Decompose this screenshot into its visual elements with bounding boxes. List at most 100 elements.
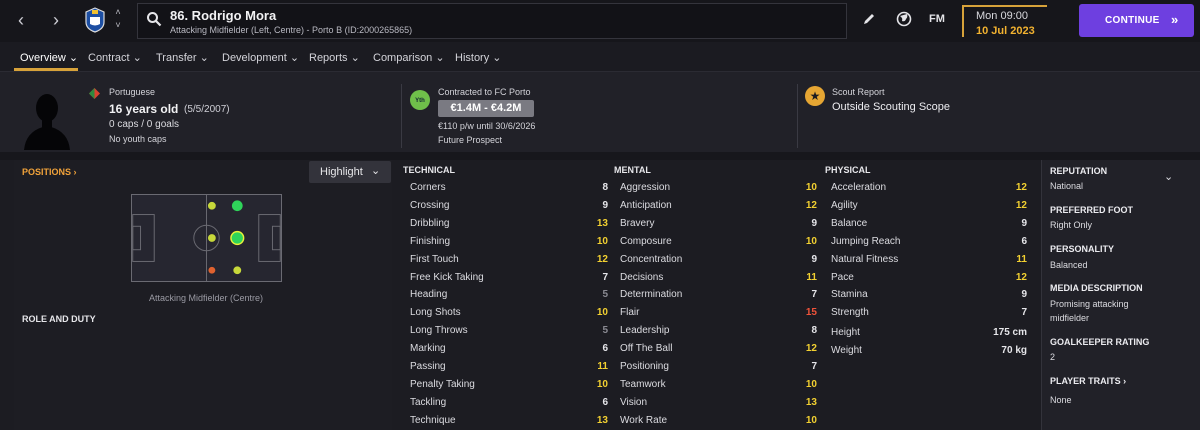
nationality: Portuguese: [109, 87, 156, 97]
mental-attr-name: Composure: [620, 235, 672, 247]
technical-attr-name: Corners: [410, 182, 446, 193]
weight-value: 70 kg: [1001, 345, 1027, 356]
technical-attr-name: Passing: [410, 361, 446, 372]
physical-attr-value: 9: [1021, 289, 1027, 301]
chevron-down-icon[interactable]: ⌄: [1164, 170, 1173, 183]
edit-pencil-icon[interactable]: [862, 12, 876, 26]
height-value: 175 cm: [993, 327, 1027, 338]
technical-attr-value: 6: [602, 396, 608, 408]
technical-attr-value: 6: [602, 343, 608, 355]
age: 16 years old: [109, 102, 179, 116]
back-button[interactable]: ‹: [18, 10, 24, 30]
technical-attr-value: 10: [596, 307, 608, 319]
position-dot: [233, 266, 242, 275]
continue-label: CONTINUE: [1105, 15, 1160, 26]
player-traits-link[interactable]: PLAYER TRAITS ›: [1050, 376, 1126, 386]
mental-attr-value: 15: [805, 307, 817, 319]
physical-attr-name: Acceleration: [831, 182, 887, 193]
contract-wage: €110 p/w until 30/6/2026: [438, 121, 536, 131]
mental-attr-name: Anticipation: [620, 199, 672, 211]
weight-label: Weight: [831, 345, 862, 356]
physical-attr-value: 12: [1015, 182, 1027, 193]
personality-label: PERSONALITY: [1050, 244, 1115, 254]
player-header: [0, 72, 1200, 152]
tab-bar: Overview ⌄ Contract ⌄ Transfer ⌄ Develop…: [0, 42, 1200, 72]
tab-transfer[interactable]: Transfer ⌄: [156, 51, 209, 64]
tab-development[interactable]: Development ⌄: [222, 51, 299, 64]
mental-attr-value: 8: [811, 325, 817, 337]
position-dot: [208, 266, 216, 274]
forward-button[interactable]: ›: [53, 10, 59, 30]
scout-report-label: Scout Report: [832, 87, 885, 97]
tab-reports[interactable]: Reports ⌄: [309, 51, 360, 64]
media-description-label: MEDIA DESCRIPTION: [1050, 283, 1143, 293]
tab-contract[interactable]: Contract ⌄: [88, 51, 142, 64]
date-display[interactable]: Mon 09:00 10 Jul 2023: [962, 5, 1047, 37]
physical-attr-value: 12: [1015, 199, 1027, 211]
position-dot: [231, 200, 243, 212]
player-traits-value: None: [1050, 395, 1072, 405]
goalkeeper-rating-value: 2: [1050, 352, 1056, 362]
player-silhouette-avatar: [24, 94, 70, 150]
technical-attr-value: 13: [596, 217, 608, 229]
technical-heading: TECHNICAL: [403, 165, 455, 175]
next-player-icon[interactable]: ˅: [112, 19, 124, 32]
world-icon[interactable]: [896, 11, 912, 27]
info-panel: [1041, 160, 1200, 430]
technical-attr-value: 8: [602, 182, 608, 193]
star-icon: ★: [805, 86, 825, 106]
player-name-box[interactable]: 86. Rodrigo Mora Attacking Midfielder (L…: [137, 3, 847, 39]
physical-attr-name: Agility: [831, 199, 858, 211]
technical-attr-name: Free Kick Taking: [410, 271, 484, 283]
positions-link[interactable]: POSITIONS ›: [22, 167, 77, 177]
technical-attr-name: Crossing: [410, 199, 450, 211]
physical-attr-name: Jumping Reach: [831, 235, 901, 247]
personality-value: Balanced: [1050, 260, 1088, 270]
date-of-birth: (5/5/2007): [184, 104, 230, 115]
mental-attr-value: 12: [805, 343, 817, 355]
position-caption: Attacking Midfielder (Centre): [148, 293, 264, 303]
preferred-foot-label: PREFERRED FOOT: [1050, 205, 1134, 215]
mental-attr-name: Teamwork: [620, 378, 666, 390]
mental-attr-name: Flair: [620, 307, 640, 319]
tab-overview[interactable]: Overview ⌄: [20, 51, 78, 64]
position-dot: [207, 201, 216, 210]
header-divider: [797, 84, 798, 148]
technical-attr-value: 5: [602, 325, 608, 337]
active-tab-indicator: [14, 68, 78, 71]
club-crest-icon[interactable]: [83, 6, 107, 34]
goalkeeper-rating-label: GOALKEEPER RATING: [1050, 337, 1150, 347]
mental-attr-value: 10: [805, 235, 817, 247]
preferred-foot-value: Right Only: [1050, 220, 1093, 230]
technical-attr-name: Technique: [410, 414, 456, 426]
tab-comparison[interactable]: Comparison ⌄: [373, 51, 445, 64]
scout-report-value[interactable]: Outside Scouting Scope: [832, 101, 950, 113]
highlight-dropdown[interactable]: Highlight ⌄: [309, 161, 391, 183]
youth-badge-icon: Yth: [410, 90, 430, 110]
contract-label: Contracted to FC Porto: [438, 87, 531, 97]
search-icon[interactable]: [146, 11, 162, 27]
caps-goals: 0 caps / 0 goals: [109, 119, 180, 130]
mental-attr-name: Positioning: [620, 361, 669, 372]
continue-button[interactable]: CONTINUE »: [1079, 4, 1194, 37]
physical-heading: PHYSICAL: [825, 165, 871, 175]
transfer-value[interactable]: €1.4M - €4.2M: [438, 100, 534, 117]
physical-attr-name: Pace: [831, 271, 854, 283]
current-date: 10 Jul 2023: [976, 25, 1035, 37]
mental-attr-name: Off The Ball: [620, 343, 673, 355]
previous-player-icon[interactable]: ˄: [112, 6, 124, 19]
media-description-line2: midfielder: [1050, 313, 1090, 323]
tab-history[interactable]: History ⌄: [455, 51, 502, 64]
technical-attr-value: 12: [596, 253, 608, 265]
technical-attr-name: Penalty Taking: [410, 378, 475, 390]
player-switch-arrows[interactable]: ˄ ˅: [112, 6, 124, 34]
physical-attr-value: 6: [1021, 235, 1027, 247]
technical-attr-value: 10: [596, 378, 608, 390]
technical-attr-name: Long Shots: [410, 307, 461, 319]
fm-menu-button[interactable]: FM: [929, 13, 945, 25]
header-divider: [401, 84, 402, 148]
position-pitch[interactable]: [131, 194, 282, 282]
mental-attr-value: 7: [811, 289, 817, 301]
technical-attr-name: Dribbling: [410, 217, 450, 229]
mental-attr-value: 9: [811, 217, 817, 229]
